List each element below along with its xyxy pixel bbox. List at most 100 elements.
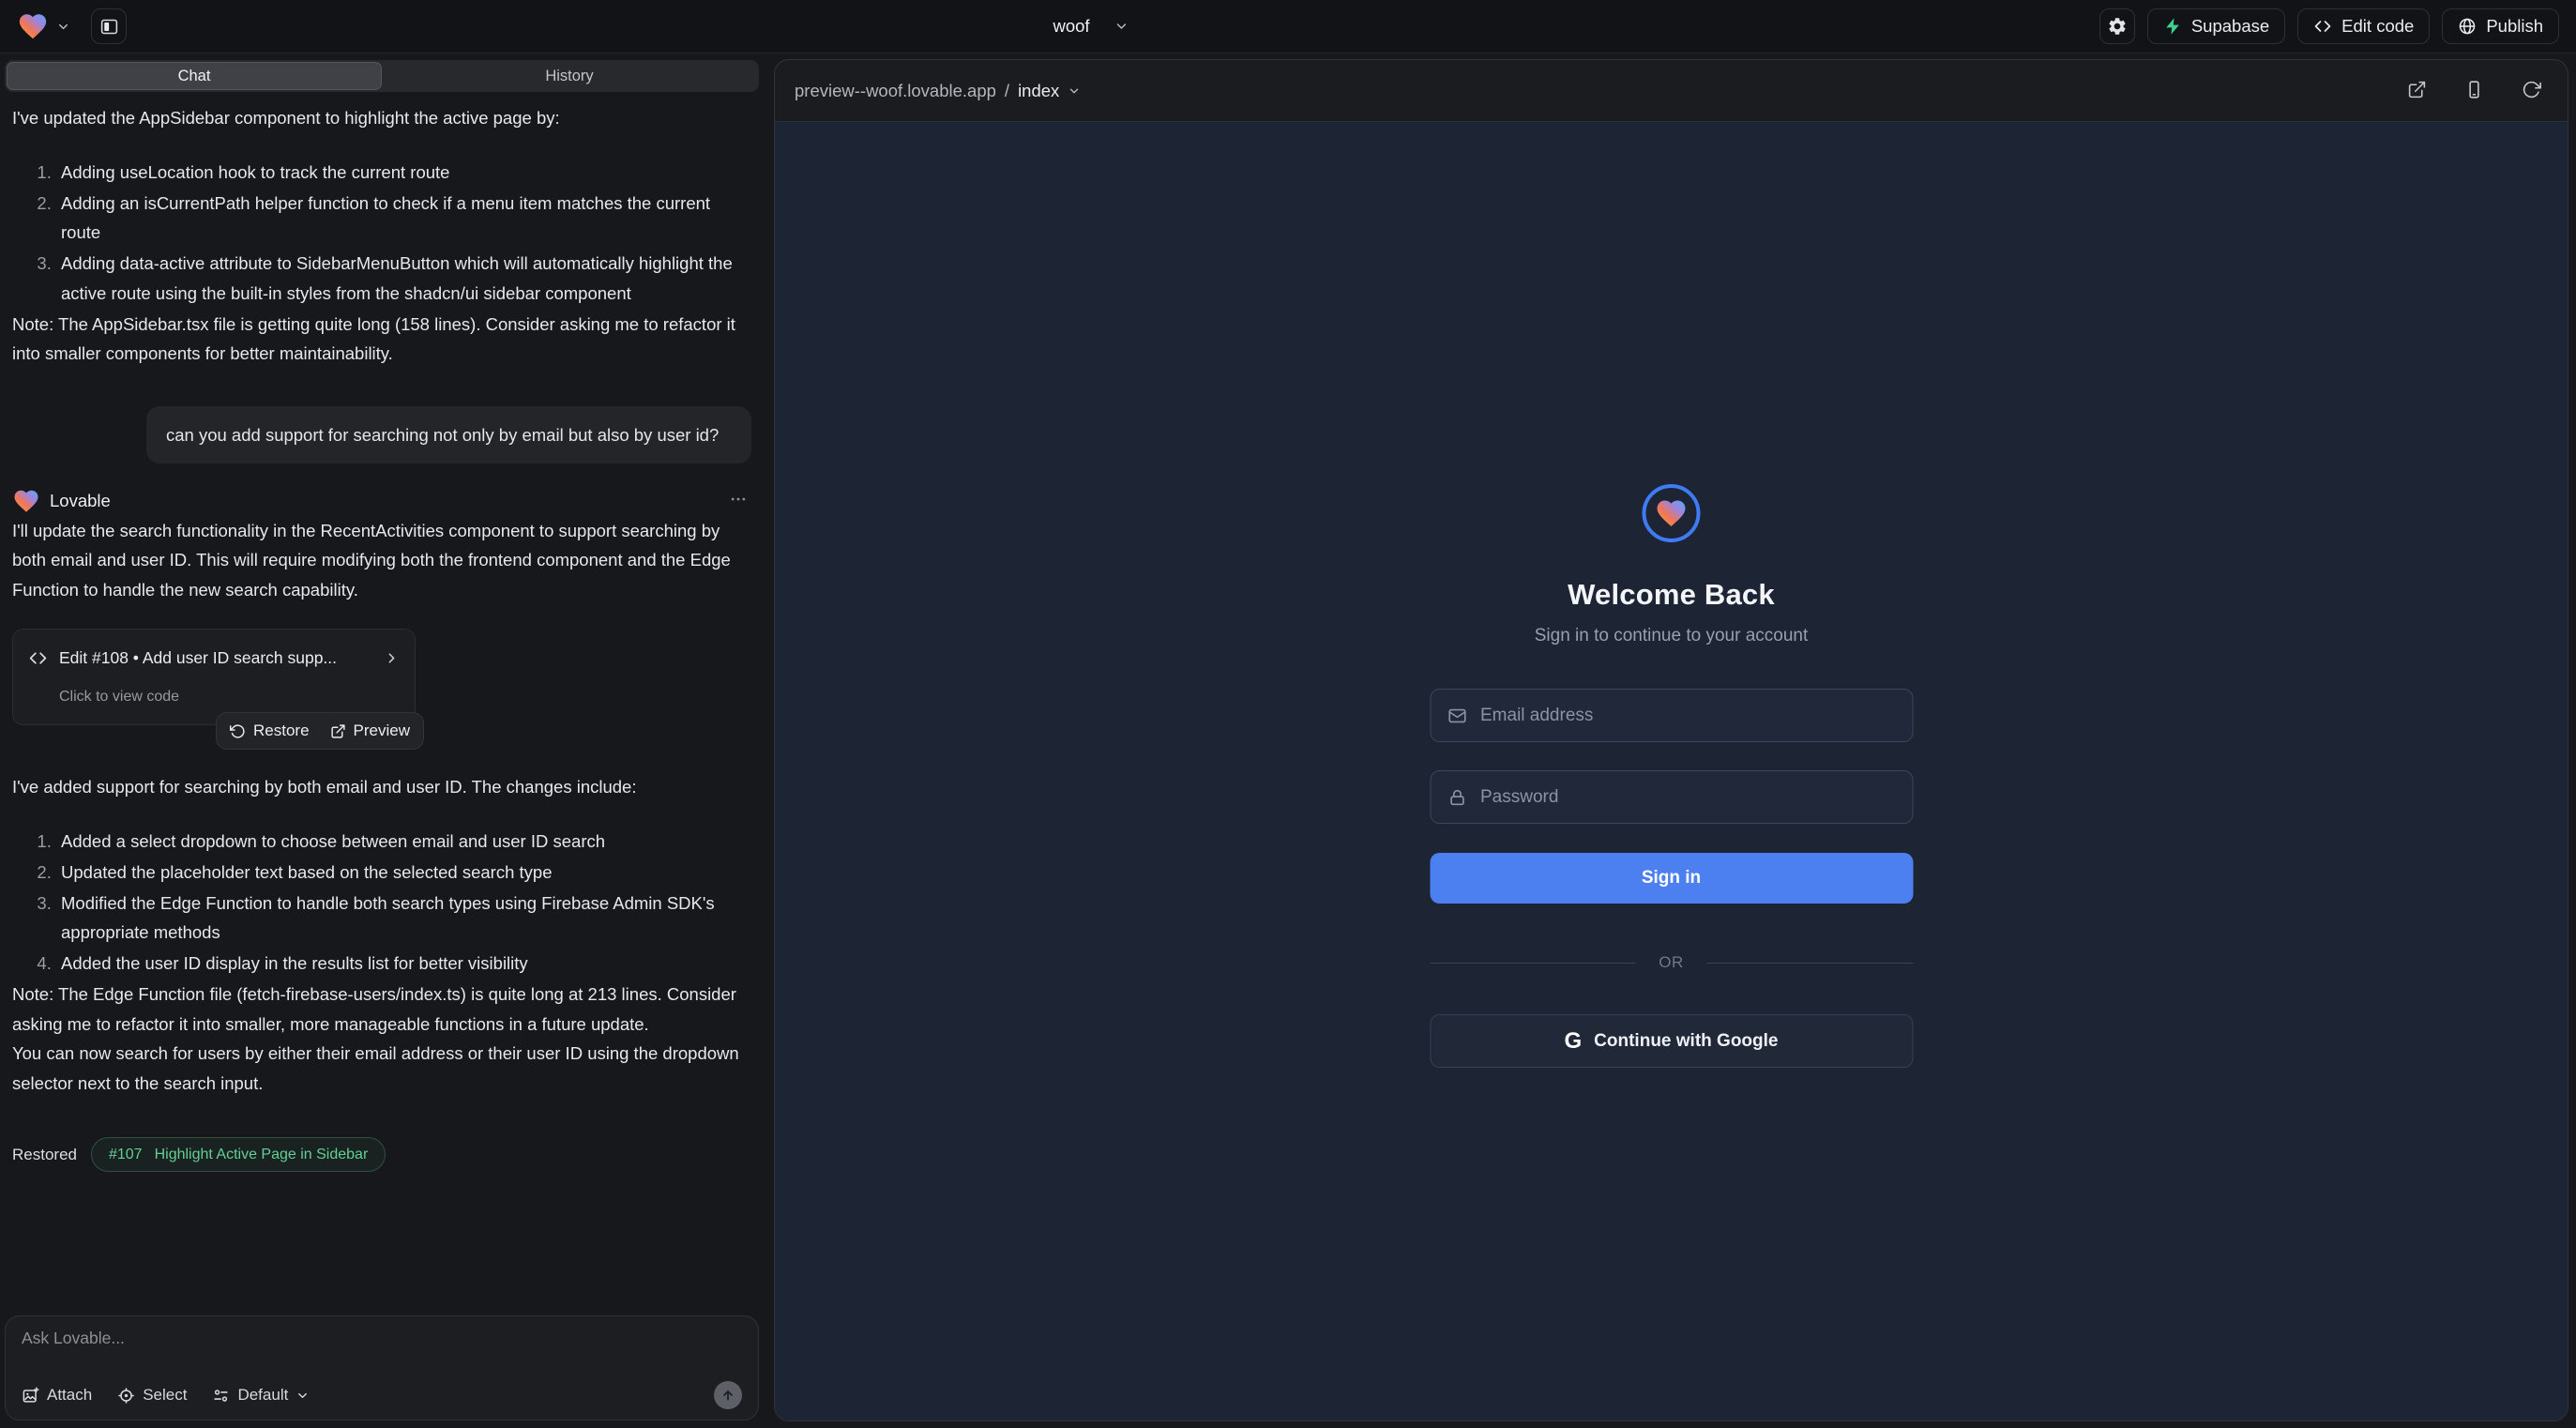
- chat-panel: Chat History I've updated the AppSidebar…: [0, 53, 764, 1428]
- restore-button[interactable]: Restore: [230, 722, 310, 740]
- chevron-down-icon: [1114, 19, 1129, 34]
- divider-line: [1430, 963, 1635, 964]
- sign-in-button[interactable]: Sign in: [1430, 853, 1913, 904]
- publish-label: Publish: [2486, 16, 2543, 37]
- preview-iframe: Welcome Back Sign in to continue to your…: [775, 121, 2568, 1420]
- preview-url-host: preview--woof.lovable.app: [795, 81, 996, 101]
- refresh-button[interactable]: [2520, 78, 2543, 104]
- restored-title: Highlight Active Page in Sidebar: [155, 1147, 369, 1163]
- composer: Attach Select Default: [5, 1315, 759, 1420]
- external-link-icon: [2407, 80, 2427, 99]
- preview-page-name: index: [1018, 81, 1059, 101]
- assistant-name: Lovable: [50, 486, 111, 516]
- heart-icon: [1655, 496, 1689, 530]
- preview-button[interactable]: Preview: [330, 722, 410, 740]
- project-switcher[interactable]: woof: [1053, 16, 1129, 37]
- edit-code-button[interactable]: Edit code: [2297, 8, 2430, 44]
- topbar-right: Supabase Edit code Publish: [2099, 8, 2559, 44]
- select-label: Select: [143, 1386, 187, 1405]
- topbar-left: [17, 8, 127, 44]
- signin-subtitle: Sign in to continue to your account: [1535, 626, 1809, 646]
- preview-label: Preview: [354, 722, 410, 740]
- list-item: Modified the Edge Function to handle bot…: [56, 889, 751, 948]
- list-item: Updated the placeholder text based on th…: [56, 858, 751, 888]
- open-in-new-tab-button[interactable]: [2405, 78, 2429, 104]
- mode-selector[interactable]: Default: [212, 1386, 310, 1405]
- tab-chat[interactable]: Chat: [7, 62, 382, 90]
- attach-label: Attach: [47, 1386, 92, 1405]
- preview-actions: [2405, 78, 2543, 104]
- assistant-message-text: I'll update the search functionality in …: [12, 516, 751, 605]
- list-item: Adding an isCurrentPath helper function …: [56, 189, 751, 248]
- divider-label: OR: [1659, 953, 1684, 972]
- assistant-message-list: Added a select dropdown to choose betwee…: [12, 827, 751, 979]
- chat-messages: I've updated the AppSidebar component to…: [0, 92, 764, 1302]
- google-signin-label: Continue with Google: [1594, 1031, 1778, 1052]
- edit-card-wrapper: Edit #108 • Add user ID search supp... C…: [12, 629, 416, 725]
- sliders-icon: [212, 1387, 230, 1405]
- gear-icon: [2107, 16, 2128, 37]
- breadcrumb-separator: /: [1005, 81, 1009, 101]
- select-element-button[interactable]: Select: [117, 1386, 187, 1405]
- lovable-heart-icon: [17, 10, 49, 42]
- chevron-down-icon: [56, 20, 70, 34]
- assistant-note-text: Note: The AppSidebar.tsx file is getting…: [12, 310, 751, 369]
- assistant-note-text: Note: The Edge Function file (fetch-fire…: [12, 980, 751, 1039]
- ellipsis-icon: [729, 490, 748, 509]
- preview-header: preview--woof.lovable.app / index: [775, 60, 2568, 121]
- lovable-app: woof Supabase Edit code: [0, 0, 2576, 1428]
- signin-title: Welcome Back: [1568, 578, 1775, 612]
- list-item: Added the user ID display in the results…: [56, 949, 751, 979]
- password-input[interactable]: [1480, 787, 1896, 808]
- supabase-label: Supabase: [2191, 16, 2269, 37]
- settings-button[interactable]: [2099, 8, 2135, 44]
- email-input[interactable]: [1480, 706, 1896, 726]
- preview-window: preview--woof.lovable.app / index: [774, 59, 2568, 1421]
- project-name: woof: [1053, 16, 1089, 37]
- external-link-icon: [330, 723, 346, 739]
- preview-url-breadcrumb[interactable]: preview--woof.lovable.app / index: [795, 81, 1081, 101]
- app-logo: [1643, 484, 1701, 542]
- assistant-message-text: I've updated the AppSidebar component to…: [12, 103, 751, 133]
- signin-card: Welcome Back Sign in to continue to your…: [1430, 484, 1913, 1068]
- restored-version: #107: [109, 1147, 143, 1163]
- toggle-sidebar-button[interactable]: [91, 8, 127, 44]
- lock-icon: [1447, 787, 1467, 808]
- message-menu-button[interactable]: [725, 486, 751, 515]
- assistant-message-text: You can now search for users by either t…: [12, 1039, 751, 1098]
- edit-card[interactable]: Edit #108 • Add user ID search supp... C…: [12, 629, 416, 725]
- image-plus-icon: [22, 1387, 39, 1405]
- password-field: [1430, 770, 1913, 824]
- publish-button[interactable]: Publish: [2442, 8, 2559, 44]
- google-signin-button[interactable]: G Continue with Google: [1430, 1014, 1913, 1068]
- restored-row: Restored #107 Highlight Active Page in S…: [12, 1137, 751, 1172]
- google-g-icon: G: [1565, 1030, 1583, 1053]
- crosshair-icon: [117, 1387, 135, 1405]
- restore-label: Restore: [253, 722, 310, 740]
- edit-card-title: Edit #108 • Add user ID search supp...: [59, 644, 337, 674]
- edit-card-subtitle: Click to view code: [28, 682, 400, 712]
- list-item: Adding useLocation hook to track the cur…: [56, 158, 751, 188]
- supabase-button[interactable]: Supabase: [2147, 8, 2285, 44]
- user-message-text: can you add support for searching not on…: [166, 425, 719, 445]
- list-item: Added a select dropdown to choose betwee…: [56, 827, 751, 857]
- envelope-icon: [1447, 706, 1467, 726]
- chat-input[interactable]: [22, 1329, 742, 1348]
- edit-code-label: Edit code: [2341, 16, 2414, 37]
- mobile-view-button[interactable]: [2462, 78, 2486, 104]
- restored-version-badge[interactable]: #107 Highlight Active Page in Sidebar: [91, 1137, 386, 1172]
- sidebar-panel-icon: [99, 17, 119, 37]
- code-icon: [2313, 17, 2332, 36]
- assistant-message-text: I've added support for searching by both…: [12, 772, 751, 802]
- chat-history-tabs: Chat History: [5, 60, 759, 92]
- chevron-right-icon: [384, 650, 400, 666]
- email-field: [1430, 689, 1913, 742]
- attach-button[interactable]: Attach: [22, 1386, 92, 1405]
- tab-history[interactable]: History: [382, 62, 757, 90]
- user-message-bubble: can you add support for searching not on…: [146, 406, 751, 464]
- send-button[interactable]: [714, 1381, 742, 1409]
- mode-label: Default: [237, 1386, 288, 1405]
- lovable-logo-menu[interactable]: [17, 10, 70, 42]
- or-divider: OR: [1430, 953, 1913, 972]
- assistant-header: Lovable: [12, 486, 751, 516]
